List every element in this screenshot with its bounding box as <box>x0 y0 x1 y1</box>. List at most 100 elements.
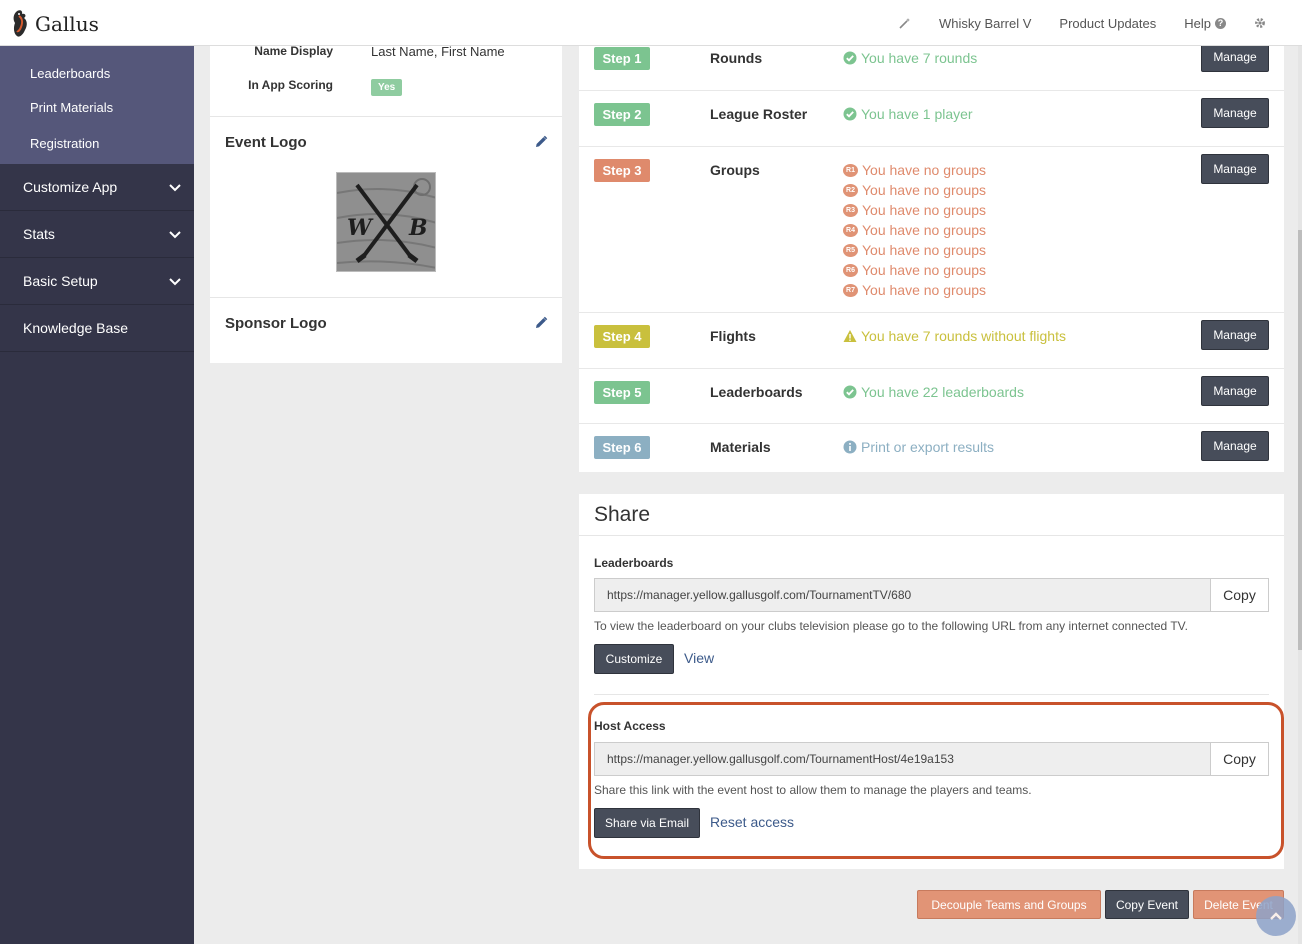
status-line: You have 7 rounds without flights <box>843 328 1066 344</box>
pencil-edit-icon[interactable] <box>534 135 548 149</box>
step-name: Flights <box>710 328 756 344</box>
step-badge: Step 1 <box>594 47 650 70</box>
manage-button[interactable]: Manage <box>1201 431 1269 461</box>
round-badge: R3 <box>843 203 858 217</box>
status-text: You have no groups <box>862 262 987 278</box>
logo-initial-left: W <box>347 215 374 241</box>
chevron-down-icon <box>169 184 181 192</box>
sidebar-item-customize-app[interactable]: Customize App <box>0 164 194 211</box>
scroll-to-top-button[interactable] <box>1256 896 1296 936</box>
status-text: You have no groups <box>862 282 987 298</box>
step-row: Step 3 Groups R1 You have no groups R2 You ha… <box>579 147 1284 313</box>
round-badge: R5 <box>843 243 858 257</box>
share-card: Share Leaderboards https://manager.yello… <box>579 494 1284 869</box>
status-line: You have 7 rounds <box>843 50 977 66</box>
status-text: You have no groups <box>862 182 987 198</box>
view-link[interactable]: View <box>684 650 714 666</box>
chevron-down-icon <box>169 231 181 239</box>
status-line: R4 You have no groups <box>843 222 986 238</box>
manage-button[interactable]: Manage <box>1201 320 1269 350</box>
reset-access-link[interactable]: Reset access <box>710 814 794 830</box>
step-name: Materials <box>710 439 771 455</box>
leaderboards-help-text: To view the leaderboard on your clubs te… <box>594 619 1188 633</box>
status-text: Print or export results <box>861 439 995 455</box>
status-line: R6 You have no groups <box>843 262 986 278</box>
nav-help-label: Help <box>1184 15 1211 31</box>
sidebar-sub-item-registration[interactable]: Registration <box>0 126 194 162</box>
check-circle-icon <box>843 51 857 65</box>
sidebar-item-label: Stats <box>23 226 55 242</box>
step-row: Step 5 Leaderboards You have 22 leaderboar… <box>579 369 1284 424</box>
round-badge: R4 <box>843 223 858 237</box>
info-circle-icon <box>843 440 857 454</box>
sidebar: Leaderboards Print Materials Registratio… <box>0 46 194 944</box>
step-status: You have 22 leaderboards <box>843 384 1024 400</box>
step-status: R1 You have no groups R2 You have no groups… <box>843 162 986 298</box>
round-badge: R7 <box>843 283 858 297</box>
manage-button[interactable]: Manage <box>1201 376 1269 406</box>
settings-button[interactable] <box>1240 17 1280 29</box>
question-circle-icon: ? <box>1215 17 1226 29</box>
step-status: You have 1 player <box>843 106 973 122</box>
sidebar-item-label: Basic Setup <box>23 273 98 289</box>
leaderboards-url-group: https://manager.yellow.gallusgolf.com/To… <box>594 578 1269 612</box>
divider <box>210 297 562 298</box>
leaderboards-url-input[interactable]: https://manager.yellow.gallusgolf.com/To… <box>594 578 1210 612</box>
step-badge: Step 4 <box>594 325 650 348</box>
step-badge: Step 2 <box>594 103 650 126</box>
step-status: You have 7 rounds <box>843 50 977 66</box>
event-logo-image: W B <box>336 172 436 272</box>
brand[interactable]: Gallus <box>10 8 99 40</box>
magic-wand-icon <box>899 18 910 29</box>
host-url-group: https://manager.yellow.gallusgolf.com/To… <box>594 742 1269 776</box>
manage-button[interactable]: Manage <box>1201 154 1269 184</box>
pencil-edit-icon[interactable] <box>534 316 548 330</box>
status-line: R2 You have no groups <box>843 182 986 198</box>
page-scrollbar-thumb[interactable] <box>1298 230 1302 650</box>
sidebar-item-stats[interactable]: Stats <box>0 211 194 258</box>
status-text: You have 7 rounds <box>861 50 978 66</box>
check-circle-icon <box>843 107 857 121</box>
event-settings-card: Name Display Last Name, First Name In Ap… <box>210 44 562 363</box>
copy-event-button[interactable]: Copy Event <box>1105 890 1189 919</box>
status-text: You have no groups <box>862 162 987 178</box>
divider <box>210 116 562 117</box>
share-header: Share <box>579 494 1284 536</box>
copy-host-url-button[interactable]: Copy <box>1210 742 1269 776</box>
step-status: You have 7 rounds without flights <box>843 328 1066 344</box>
name-display-label: Name Display <box>254 44 333 58</box>
status-text: You have 1 player <box>861 106 973 122</box>
status-text: You have no groups <box>862 242 987 258</box>
host-help-text: Share this link with the event host to a… <box>594 783 1032 797</box>
host-access-label: Host Access <box>594 719 666 733</box>
gear-icon <box>1255 18 1265 28</box>
step-status: Print or export results <box>843 439 994 455</box>
manage-button[interactable]: Manage <box>1201 42 1269 72</box>
round-badge: R6 <box>843 263 858 277</box>
status-line: R1 You have no groups <box>843 162 986 178</box>
copy-leaderboards-url-button[interactable]: Copy <box>1210 578 1269 612</box>
step-badge: Step 3 <box>594 159 650 182</box>
step-name: Groups <box>710 162 760 178</box>
status-line: R7 You have no groups <box>843 282 986 298</box>
sidebar-item-knowledge-base[interactable]: Knowledge Base <box>0 305 194 352</box>
decouple-teams-groups-button[interactable]: Decouple Teams and Groups <box>917 890 1101 919</box>
sidebar-sub-item-print-materials[interactable]: Print Materials <box>0 90 194 126</box>
sidebar-item-label: Knowledge Base <box>23 320 129 336</box>
event-logo-title: Event Logo <box>225 134 307 151</box>
customize-button[interactable]: Customize <box>594 644 674 674</box>
sidebar-item-label: Customize App <box>23 179 118 195</box>
round-badge: R2 <box>843 183 858 197</box>
sidebar-sub-item-leaderboards[interactable]: Leaderboards <box>0 56 194 90</box>
nav-help[interactable]: Help ? <box>1170 16 1240 31</box>
sidebar-item-basic-setup[interactable]: Basic Setup <box>0 258 194 305</box>
nav-event-name[interactable]: Whisky Barrel V <box>925 16 1045 31</box>
host-url-input[interactable]: https://manager.yellow.gallusgolf.com/To… <box>594 742 1210 776</box>
manage-button[interactable]: Manage <box>1201 98 1269 128</box>
magic-wand-button[interactable] <box>885 17 925 29</box>
warning-triangle-icon <box>843 330 857 342</box>
status-text: You have 7 rounds without flights <box>861 328 1066 344</box>
share-via-email-button[interactable]: Share via Email <box>594 808 700 838</box>
nav-product-updates[interactable]: Product Updates <box>1045 16 1170 31</box>
step-name: Rounds <box>710 50 763 66</box>
